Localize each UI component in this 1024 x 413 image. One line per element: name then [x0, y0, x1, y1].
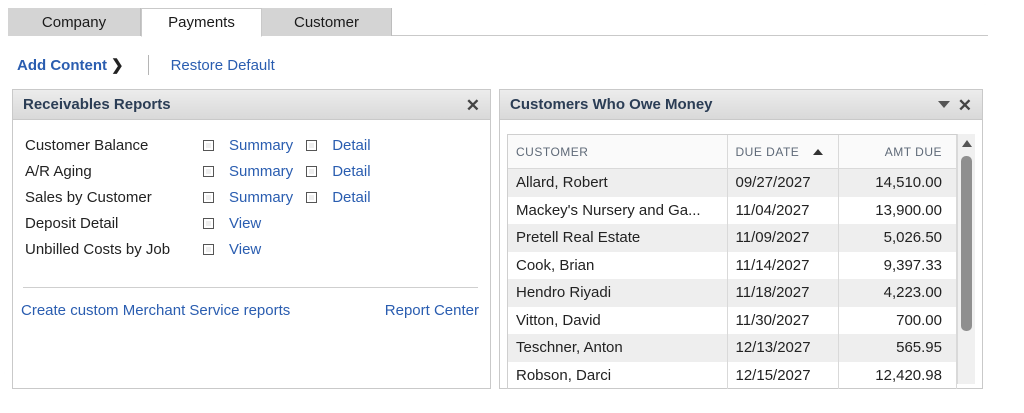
due-date-cell: 11/30/2027 — [728, 306, 840, 334]
column-header-amt-due[interactable]: AMT DUE — [839, 134, 957, 169]
tab-company[interactable]: Company — [8, 8, 141, 36]
summary-checkbox[interactable] — [203, 139, 214, 151]
report-name: A/R Aging — [25, 162, 92, 180]
tab-customer-label: Customer — [293, 13, 360, 31]
table-header: CUSTOMER DUE DATE AMT DUE — [508, 134, 957, 169]
add-content-link[interactable]: Add Content — [17, 57, 107, 74]
report-row-customer-balance: Customer Balance Summary Detail — [25, 132, 384, 158]
due-date-cell: 11/09/2027 — [728, 224, 840, 252]
report-row-ar-aging: A/R Aging Summary Detail — [25, 158, 384, 184]
summary-link[interactable]: Summary — [229, 137, 293, 154]
table-row[interactable]: Vitton, David 11/30/2027 700.00 — [508, 306, 957, 334]
sort-ascending-icon — [813, 148, 824, 155]
due-date-cell: 11/18/2027 — [728, 279, 840, 307]
report-row-sales-by-customer: Sales by Customer Summary Detail — [25, 184, 384, 210]
owe-panel-header: Customers Who Owe Money ✕ — [500, 90, 982, 120]
customer-cell: Vitton, David — [508, 306, 728, 334]
table-row[interactable]: Allard, Robert 09/27/2027 14,510.00 — [508, 169, 957, 197]
report-name: Unbilled Costs by Job — [25, 240, 171, 258]
receivables-panel-title: Receivables Reports — [23, 96, 171, 113]
vertical-scrollbar[interactable] — [957, 134, 975, 384]
amt-due-cell: 13,900.00 — [839, 196, 957, 224]
view-link[interactable]: View — [229, 215, 261, 232]
customers-owe-money-panel: Customers Who Owe Money ✕ CUSTOMER DUE D… — [499, 89, 983, 389]
view-checkbox[interactable] — [203, 217, 214, 229]
customer-cell: Allard, Robert — [508, 169, 728, 197]
detail-link[interactable]: Detail — [332, 163, 370, 180]
receivables-reports-panel: Receivables Reports ✕ Customer Balance S… — [12, 89, 491, 389]
owe-panel-title: Customers Who Owe Money — [510, 96, 713, 113]
column-header-label: DUE DATE — [735, 144, 800, 159]
amt-due-cell: 700.00 — [839, 306, 957, 334]
amt-due-cell: 565.95 — [839, 334, 957, 362]
customer-cell: Hendro Riyadi — [508, 279, 728, 307]
table-row[interactable]: Robson, Darci 12/15/2027 12,420.98 — [508, 361, 957, 389]
report-center-link[interactable]: Report Center — [385, 302, 479, 319]
amt-due-cell: 5,026.50 — [839, 224, 957, 252]
due-date-cell: 12/13/2027 — [728, 334, 840, 362]
amt-due-cell: 12,420.98 — [839, 361, 957, 389]
amt-due-cell: 14,510.00 — [839, 169, 957, 197]
view-checkbox[interactable] — [203, 243, 214, 255]
scroll-up-arrow-icon[interactable] — [962, 140, 972, 147]
due-date-cell: 11/14/2027 — [728, 251, 840, 279]
tab-customer[interactable]: Customer — [262, 8, 392, 36]
column-header-due-date[interactable]: DUE DATE — [728, 134, 840, 169]
receivables-panel-header: Receivables Reports ✕ — [13, 90, 490, 120]
customer-cell: Pretell Real Estate — [508, 224, 728, 252]
customer-cell: Robson, Darci — [508, 361, 728, 389]
scroll-thumb[interactable] — [961, 156, 972, 331]
panel-divider — [23, 287, 478, 288]
tab-company-label: Company — [41, 13, 107, 31]
detail-checkbox[interactable] — [306, 165, 318, 177]
summary-link[interactable]: Summary — [229, 163, 293, 180]
detail-checkbox[interactable] — [306, 139, 318, 151]
summary-checkbox[interactable] — [203, 191, 214, 203]
table-row[interactable]: Hendro Riyadi 11/18/2027 4,223.00 — [508, 279, 957, 307]
create-custom-reports-link[interactable]: Create custom Merchant Service reports — [21, 302, 290, 319]
chevron-right-icon[interactable]: ❯ — [111, 56, 124, 74]
table-row[interactable]: Mackey's Nursery and Ga... 11/04/2027 13… — [508, 196, 957, 224]
close-icon[interactable]: ✕ — [466, 96, 480, 116]
restore-default-link[interactable]: Restore Default — [171, 57, 275, 74]
detail-checkbox[interactable] — [306, 191, 318, 203]
report-name: Customer Balance — [25, 136, 149, 154]
customers-table: CUSTOMER DUE DATE AMT DUE Allard, Robert… — [507, 134, 957, 389]
due-date-cell: 11/04/2027 — [728, 196, 840, 224]
amt-due-cell: 4,223.00 — [839, 279, 957, 307]
toolbar-divider — [147, 55, 149, 75]
customer-cell: Cook, Brian — [508, 251, 728, 279]
summary-link[interactable]: Summary — [229, 189, 293, 206]
table-row[interactable]: Teschner, Anton 12/13/2027 565.95 — [508, 334, 957, 362]
table-row[interactable]: Cook, Brian 11/14/2027 9,397.33 — [508, 251, 957, 279]
view-link[interactable]: View — [229, 241, 261, 258]
amt-due-cell: 9,397.33 — [839, 251, 957, 279]
tab-payments-label: Payments — [168, 14, 235, 31]
column-header-label: CUSTOMER — [516, 144, 589, 159]
summary-checkbox[interactable] — [203, 165, 214, 177]
table-row[interactable]: Pretell Real Estate 11/09/2027 5,026.50 — [508, 224, 957, 252]
detail-link[interactable]: Detail — [332, 189, 370, 206]
report-name: Deposit Detail — [25, 214, 119, 232]
due-date-cell: 12/15/2027 — [728, 361, 840, 389]
customer-cell: Teschner, Anton — [508, 334, 728, 362]
report-row-deposit-detail: Deposit Detail View — [25, 210, 384, 236]
column-header-label: AMT DUE — [884, 144, 942, 159]
dropdown-arrow-icon[interactable] — [938, 101, 950, 108]
report-name: Sales by Customer — [25, 188, 152, 206]
tab-payments[interactable]: Payments — [141, 8, 262, 37]
detail-link[interactable]: Detail — [332, 137, 370, 154]
close-icon[interactable]: ✕ — [958, 96, 972, 116]
due-date-cell: 09/27/2027 — [728, 169, 840, 197]
content-toolbar: Add Content ❯ Restore Default — [17, 55, 275, 75]
report-list: Customer Balance Summary Detail A/R Agin… — [25, 132, 384, 262]
tab-bar: Company Payments Customer — [8, 8, 392, 37]
customer-cell: Mackey's Nursery and Ga... — [508, 196, 728, 224]
column-header-customer[interactable]: CUSTOMER — [508, 134, 728, 169]
report-row-unbilled-costs: Unbilled Costs by Job View — [25, 236, 384, 262]
